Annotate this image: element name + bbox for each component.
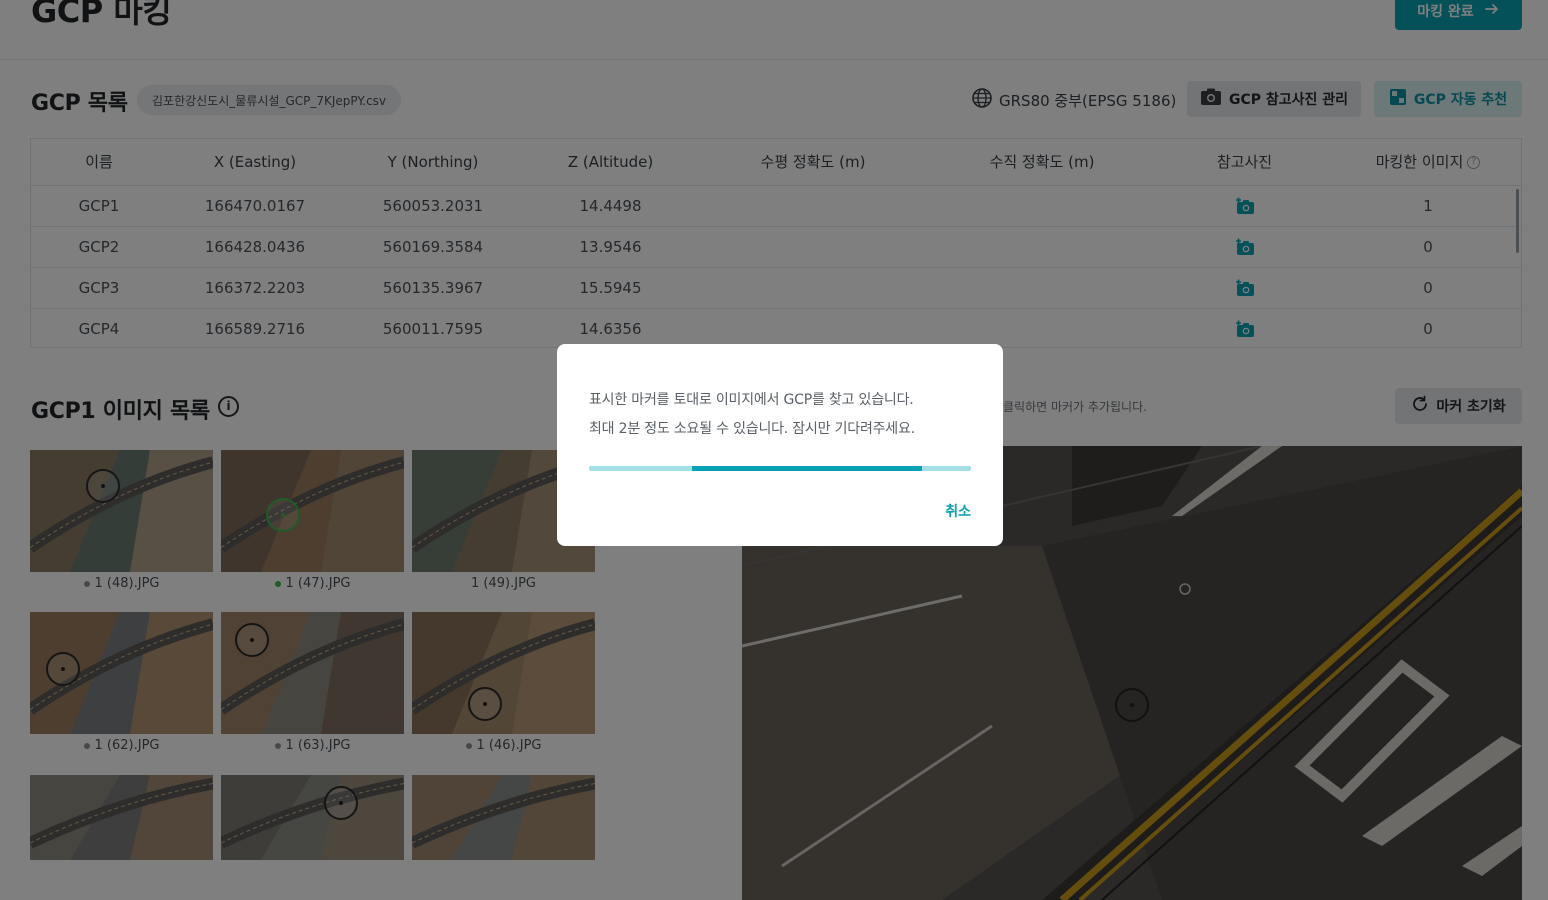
progress-modal: 표시한 마커를 토대로 이미지에서 GCP를 찾고 있습니다. 최대 2분 정도… xyxy=(557,344,1003,546)
progress-bar-fill xyxy=(692,466,922,471)
modal-message-line1: 표시한 마커를 토대로 이미지에서 GCP를 찾고 있습니다. xyxy=(589,392,914,408)
cancel-button[interactable]: 취소 xyxy=(945,501,971,521)
progress-bar xyxy=(589,466,971,471)
gcp-marking-page: GCP 마킹 마킹 완료 GCP 목록 김포한강신도시_물류시설_GCP_7KJ… xyxy=(0,0,1548,900)
modal-message-line2: 최대 2분 정도 소요될 수 있습니다. 잠시만 기다려주세요. xyxy=(589,421,915,437)
